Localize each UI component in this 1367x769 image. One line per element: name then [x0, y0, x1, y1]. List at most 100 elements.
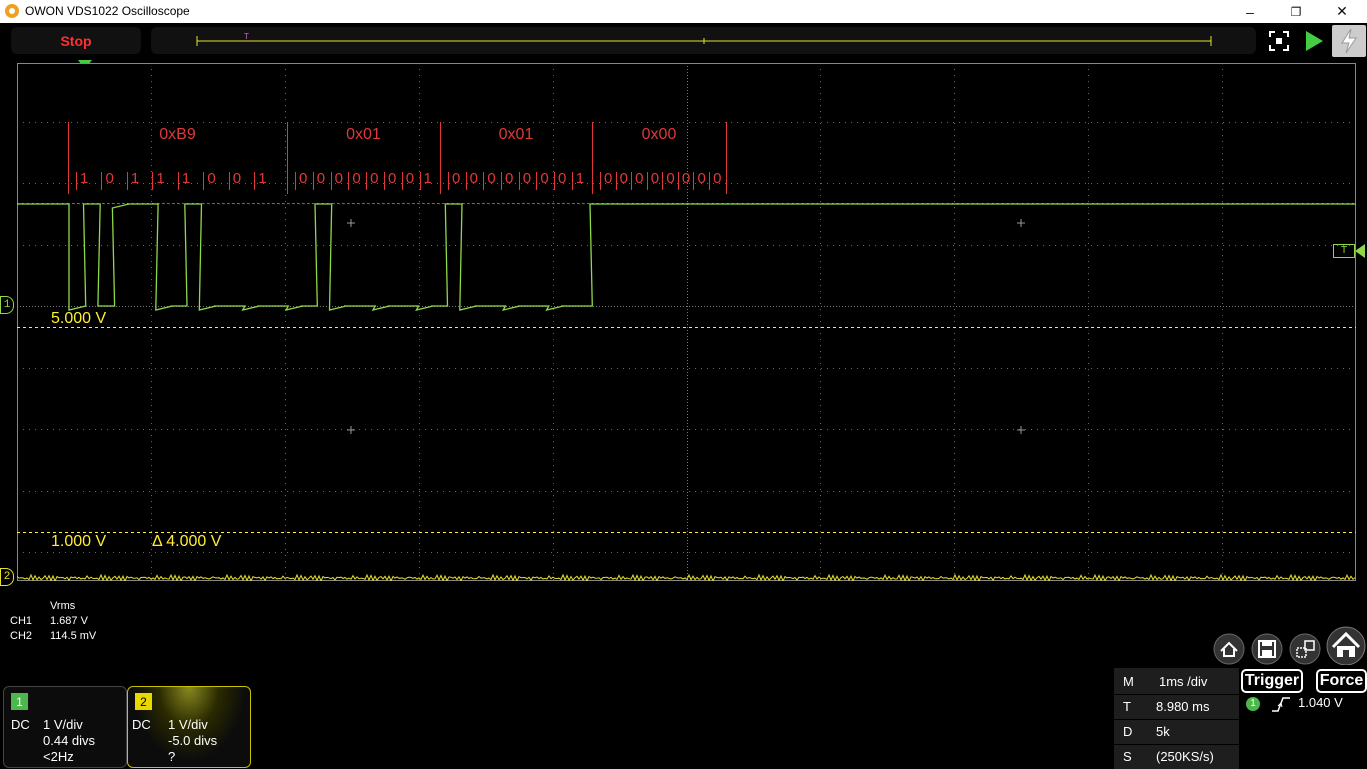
- decode-byte-label: 0x00: [641, 126, 677, 143]
- ch1-noise: [171, 202, 176, 205]
- decode-bit-tick: [295, 172, 296, 190]
- ch1-noise: [241, 202, 246, 205]
- decode-bit-label: 0: [604, 170, 613, 187]
- ch1-noise: [526, 202, 531, 205]
- minimize-button[interactable]: –: [1227, 0, 1273, 23]
- decode-bit-label: 0: [522, 170, 532, 187]
- single-trigger-icon[interactable]: [1332, 25, 1366, 57]
- ch1-noise: [301, 202, 306, 205]
- decode-bit-label: 0: [487, 170, 496, 187]
- trigger-level[interactable]: 1.040 V: [1298, 695, 1343, 710]
- restore-button[interactable]: ❐: [1273, 0, 1319, 23]
- decode-bit-label: 1: [80, 170, 89, 187]
- ch1-noise: [341, 202, 346, 205]
- decode-bit-label: 0: [316, 170, 326, 187]
- ch1-noise: [116, 202, 121, 205]
- main-menu-home-icon[interactable]: [1325, 625, 1367, 665]
- ch1-noise: [291, 202, 296, 205]
- decode-byte-separator: [592, 122, 593, 194]
- ch1-noise: [561, 202, 566, 205]
- ch1-noise: [581, 202, 586, 205]
- svg-text:T: T: [244, 32, 249, 41]
- decode-bit-tick: [600, 172, 601, 190]
- timebase-t-value[interactable]: 8.980 ms: [1156, 699, 1209, 714]
- decode-bit-tick: [330, 172, 332, 190]
- home-reset-icon[interactable]: [1212, 633, 1246, 665]
- decode-bit-label: 0: [558, 170, 567, 187]
- trigger-level-marker[interactable]: T: [1333, 244, 1355, 258]
- ch1-noise: [361, 202, 366, 205]
- decode-bit-label: 1: [181, 170, 191, 187]
- ch1-noise: [416, 202, 421, 205]
- ch1-noise: [551, 202, 556, 205]
- run-icon[interactable]: [1299, 26, 1329, 56]
- save-icon[interactable]: [1250, 633, 1284, 665]
- decode-bit-tick: [518, 172, 520, 190]
- decode-bit-tick: [203, 172, 205, 190]
- ch1-noise: [106, 202, 111, 205]
- ch1-noise: [71, 202, 76, 205]
- ch1-noise: [521, 202, 526, 205]
- cursor-upper-label: 5.000 V: [51, 310, 107, 327]
- close-button[interactable]: ✕: [1319, 0, 1365, 23]
- ch1-noise: [556, 202, 561, 205]
- ch1-noise: [571, 202, 576, 205]
- ch1-noise: [281, 202, 286, 205]
- decode-bit-label: 1: [423, 170, 432, 187]
- ch1-coupling: DC: [11, 717, 30, 732]
- trigger-panel: Trigger Force 1 1.040 V: [1240, 668, 1367, 769]
- ch2-coupling: DC: [132, 717, 151, 732]
- ch1-noise: [396, 202, 401, 205]
- ch1-noise: [421, 202, 426, 205]
- timebase-t-label: T: [1123, 699, 1131, 714]
- decode-bit-tick: [662, 172, 664, 190]
- ch1-offset: 0.44 divs: [43, 733, 96, 748]
- ch1-noise: [76, 202, 81, 205]
- title-bar: OWON VDS1022 Oscilloscope – ❐ ✕: [0, 0, 1367, 23]
- ch1-noise: [206, 202, 211, 205]
- ch1-noise: [426, 202, 431, 205]
- ch1-noise: [111, 202, 116, 205]
- screen-switch-icon[interactable]: [1288, 633, 1322, 665]
- decode-bit-tick: [101, 172, 103, 190]
- ch1-noise: [166, 202, 171, 205]
- decode-bit-label: 1: [130, 170, 140, 187]
- run-stop-button[interactable]: Stop: [11, 27, 141, 54]
- trigger-source-badge: 1: [1246, 697, 1260, 711]
- ch1-noise: [276, 202, 281, 205]
- ch2-level-marker[interactable]: 2: [0, 568, 14, 586]
- ch1-noise: [376, 202, 381, 205]
- ch2-settings-panel[interactable]: 2 DC 1 V/div -5.0 divs ?: [127, 686, 251, 768]
- decode-bit-label: 0: [207, 170, 216, 187]
- ch1-noise: [501, 202, 506, 205]
- ch1-noise: [471, 202, 476, 205]
- ch1-noise: [431, 202, 436, 205]
- decode-bit-label: 0: [697, 170, 706, 187]
- decode-bit-tick: [348, 172, 350, 190]
- force-trigger-button[interactable]: Force: [1316, 669, 1367, 693]
- timebase-m-value[interactable]: 1ms /div: [1159, 674, 1207, 689]
- ch1-noise: [211, 202, 216, 205]
- ch1-settings-panel[interactable]: 1 DC 1 V/div 0.44 divs <2Hz: [3, 686, 127, 768]
- ch1-noise: [101, 202, 106, 205]
- decode-bit-tick: [312, 172, 314, 190]
- trigger-button[interactable]: Trigger: [1241, 669, 1303, 693]
- ch1-meas-value: 1.687 V: [50, 615, 88, 627]
- ch1-noise: [271, 202, 276, 205]
- ch1-level-marker[interactable]: 1: [0, 296, 14, 314]
- timebase-d-value[interactable]: 5k: [1156, 724, 1170, 739]
- timeline-overview[interactable]: T: [151, 27, 1256, 54]
- waveform-display[interactable]: [16, 63, 1356, 583]
- decode-byte-label: 0x01: [346, 126, 381, 143]
- decode-bit-label: 1: [156, 170, 165, 187]
- trigger-arrow-icon: [1355, 244, 1365, 258]
- ch1-noise: [216, 202, 221, 205]
- autoset-icon[interactable]: [1264, 26, 1294, 56]
- decode-bit-tick: [126, 172, 128, 190]
- decode-bit-label: 1: [258, 170, 267, 187]
- decode-bit-label: 0: [540, 170, 549, 187]
- ch1-noise: [351, 202, 356, 205]
- decode-bit-tick: [419, 172, 421, 190]
- ch1-noise: [441, 202, 446, 205]
- timebase-panel[interactable]: M 1ms /div T 8.980 ms D 5k S (250KS/s): [1114, 668, 1239, 769]
